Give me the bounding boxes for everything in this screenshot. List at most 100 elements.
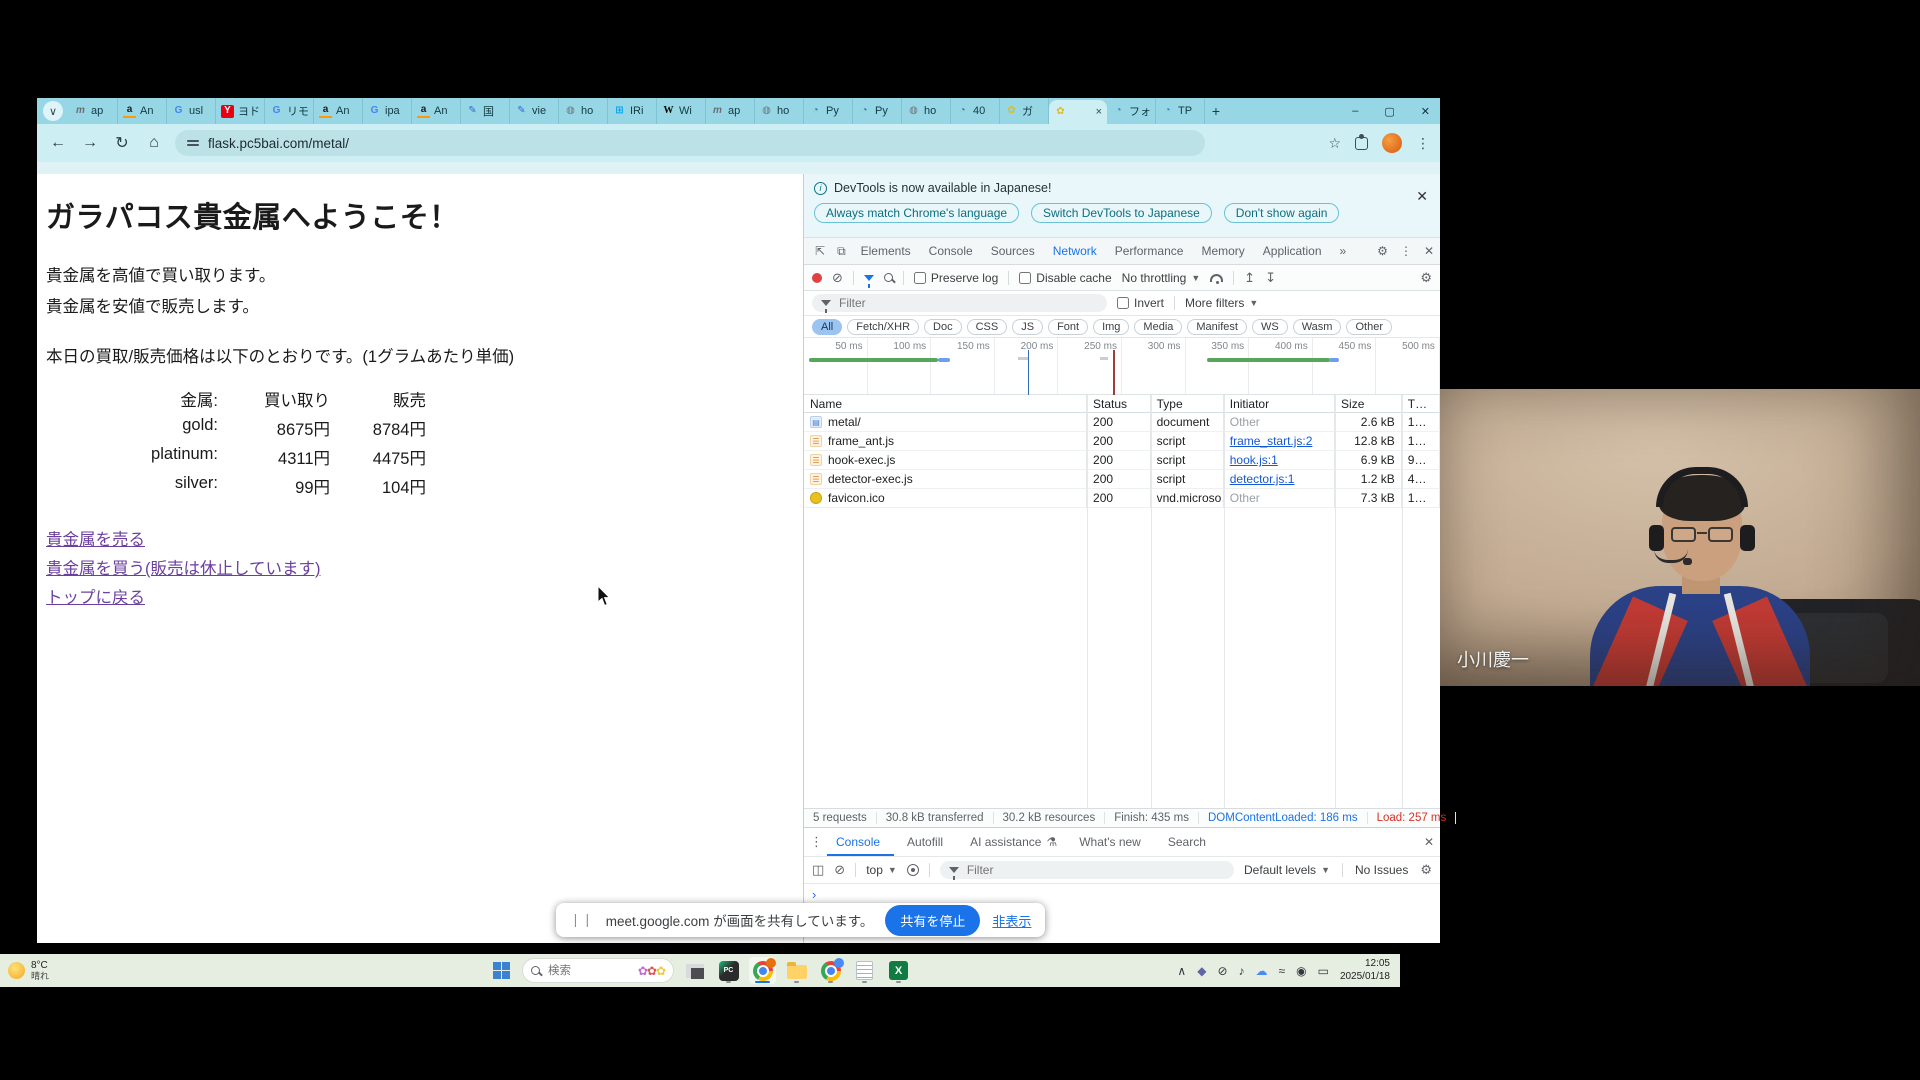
network-settings-icon[interactable]: ⚙ xyxy=(1420,270,1432,286)
browser-tab[interactable]: ✿ × xyxy=(1049,100,1107,124)
hide-share-bar-link[interactable]: 非表示 xyxy=(992,911,1031,930)
console-context-dropdown[interactable]: top▼ xyxy=(866,863,897,877)
browser-tab[interactable]: m ap × xyxy=(706,98,755,124)
notepad-app-icon[interactable] xyxy=(851,957,878,984)
browser-tab[interactable]: ◔ 40 × xyxy=(951,98,1000,124)
network-request-row[interactable]: favicon.ico 200 vnd.microso… Other 7.3 k… xyxy=(804,489,1440,508)
filter-chip[interactable]: WS xyxy=(1252,319,1288,335)
network-request-row[interactable]: ☰detector-exec.js 200 script detector.js… xyxy=(804,470,1440,489)
throttling-dropdown[interactable]: No throttling▼ xyxy=(1122,271,1201,285)
browser-tab[interactable]: G usl × xyxy=(167,98,216,124)
browser-tab[interactable]: ◍ ho × xyxy=(902,98,951,124)
pycharm-app-icon[interactable]: PC xyxy=(715,957,742,984)
drawer-menu-icon[interactable]: ⋮ xyxy=(810,834,823,850)
site-settings-icon[interactable] xyxy=(187,138,199,148)
new-tab-button[interactable]: + xyxy=(1205,98,1227,124)
stop-sharing-button[interactable]: 共有を停止 xyxy=(885,905,980,936)
filter-chip[interactable]: CSS xyxy=(967,319,1008,335)
browser-menu-icon[interactable]: ⋮ xyxy=(1416,135,1430,152)
tray-icon[interactable]: ◆ xyxy=(1197,964,1206,978)
request-initiator[interactable]: detector.js:1 xyxy=(1230,472,1295,486)
filter-chip[interactable]: JS xyxy=(1012,319,1043,335)
chrome-secondary-icon[interactable] xyxy=(817,957,844,984)
browser-tab[interactable]: ◔ Py × xyxy=(853,98,902,124)
drawer-close-icon[interactable]: ✕ xyxy=(1424,835,1434,849)
console-drawer-tab[interactable]: AI assistance⚗ xyxy=(961,828,1066,856)
clear-icon[interactable]: ⊘ xyxy=(832,270,843,286)
excel-app-icon[interactable]: X xyxy=(885,957,912,984)
request-initiator[interactable]: Other xyxy=(1230,415,1260,429)
search-icon[interactable] xyxy=(884,273,893,282)
tray-icon[interactable]: ⊘ xyxy=(1217,964,1227,978)
console-filter-input[interactable] xyxy=(940,861,1234,879)
browser-tab[interactable]: ◔ Py × xyxy=(804,98,853,124)
filter-chip[interactable]: Other xyxy=(1346,319,1392,335)
filter-chip[interactable]: Wasm xyxy=(1293,319,1342,335)
banner-close-icon[interactable]: ✕ xyxy=(1416,188,1428,205)
devtools-tab[interactable]: » xyxy=(1332,244,1355,258)
console-drawer-tab[interactable]: Autofill xyxy=(898,828,957,856)
browser-tab[interactable]: ⊞ IRi × xyxy=(608,98,657,124)
start-button[interactable] xyxy=(488,957,515,984)
maximize-button[interactable]: ▢ xyxy=(1384,105,1394,118)
network-request-row[interactable]: ☰frame_ant.js 200 script frame_start.js:… xyxy=(804,432,1440,451)
network-column-header[interactable]: Size xyxy=(1335,395,1402,413)
issues-counter[interactable]: No Issues xyxy=(1355,863,1408,877)
inspect-element-icon[interactable]: ⇱ xyxy=(810,244,830,258)
devtools-tab[interactable]: Performance xyxy=(1107,244,1192,258)
devtools-tab[interactable]: Sources xyxy=(983,244,1043,258)
log-levels-dropdown[interactable]: Default levels▼ xyxy=(1244,863,1330,877)
home-button[interactable]: ⌂ xyxy=(143,134,165,152)
request-initiator[interactable]: hook.js:1 xyxy=(1230,453,1278,467)
browser-tab[interactable]: G リモ × xyxy=(265,98,314,124)
filter-chip[interactable]: All xyxy=(812,319,842,335)
banner-button[interactable]: Switch DevTools to Japanese xyxy=(1031,203,1212,223)
devtools-tab[interactable]: Network xyxy=(1045,244,1105,258)
console-drawer-tab[interactable]: Search xyxy=(1159,828,1220,856)
console-sidebar-icon[interactable]: ◫ xyxy=(812,862,824,878)
weather-widget[interactable]: 8°C 晴れ xyxy=(8,960,49,982)
browser-tab[interactable]: ✎ vie × xyxy=(510,98,559,124)
browser-tab[interactable]: a An × xyxy=(118,98,167,124)
filter-chip[interactable]: Media xyxy=(1134,319,1182,335)
chrome-app-icon[interactable] xyxy=(749,957,776,984)
console-settings-icon[interactable]: ⚙ xyxy=(1420,862,1432,878)
filter-chip[interactable]: Manifest xyxy=(1187,319,1247,335)
devtools-tab[interactable]: Console xyxy=(921,244,981,258)
network-column-header[interactable]: Status xyxy=(1087,395,1151,413)
page-link[interactable]: 貴金属を買う(販売は休止しています) xyxy=(46,555,321,579)
tray-icon[interactable]: ☁ xyxy=(1256,964,1268,978)
devtools-tab[interactable]: Application xyxy=(1255,244,1330,258)
tray-icon[interactable]: ▭ xyxy=(1318,964,1329,978)
network-column-header[interactable]: Type xyxy=(1151,395,1224,413)
browser-tab[interactable]: ◍ ho × xyxy=(755,98,804,124)
network-request-row[interactable]: ☰hook-exec.js 200 script hook.js:1 6.9 k… xyxy=(804,451,1440,470)
page-link[interactable]: トップに戻る xyxy=(46,584,145,608)
network-request-row[interactable]: ▤metal/ 200 document Other 2.6 kB 1… xyxy=(804,413,1440,432)
tray-icon[interactable]: ≈ xyxy=(1279,964,1286,978)
tab-search-button[interactable]: ∨ xyxy=(43,101,63,121)
console-clear-icon[interactable]: ⊘ xyxy=(834,862,845,878)
network-timeline[interactable]: 50 ms100 ms150 ms200 ms250 ms300 ms350 m… xyxy=(804,338,1440,395)
extensions-icon[interactable] xyxy=(1355,137,1368,150)
disable-cache-checkbox[interactable]: Disable cache xyxy=(1019,271,1111,285)
task-view-button[interactable] xyxy=(681,957,708,984)
address-bar[interactable]: flask.pc5bai.com/metal/ xyxy=(175,130,1205,156)
browser-tab[interactable]: ◔ TP × xyxy=(1156,98,1205,124)
network-column-header[interactable]: Initiator xyxy=(1224,395,1335,413)
devtools-settings-icon[interactable]: ⚙ xyxy=(1377,244,1388,258)
banner-button[interactable]: Always match Chrome's language xyxy=(814,203,1019,223)
file-explorer-icon[interactable] xyxy=(783,957,810,984)
devtools-tab[interactable]: Memory xyxy=(1193,244,1252,258)
invert-checkbox[interactable]: Invert xyxy=(1117,296,1164,310)
network-filter-input[interactable] xyxy=(812,294,1107,312)
page-link[interactable]: 貴金属を売る xyxy=(46,526,145,550)
network-conditions-icon[interactable] xyxy=(1210,274,1223,282)
request-initiator[interactable]: frame_start.js:2 xyxy=(1230,434,1313,448)
device-toolbar-icon[interactable]: ⧉ xyxy=(832,244,851,259)
browser-tab[interactable]: Y ヨド × xyxy=(216,98,265,124)
network-column-header[interactable]: Name xyxy=(804,395,1087,413)
network-column-header[interactable]: T… xyxy=(1402,395,1440,413)
preserve-log-checkbox[interactable]: Preserve log xyxy=(914,271,998,285)
browser-tab[interactable]: W Wi × xyxy=(657,98,706,124)
